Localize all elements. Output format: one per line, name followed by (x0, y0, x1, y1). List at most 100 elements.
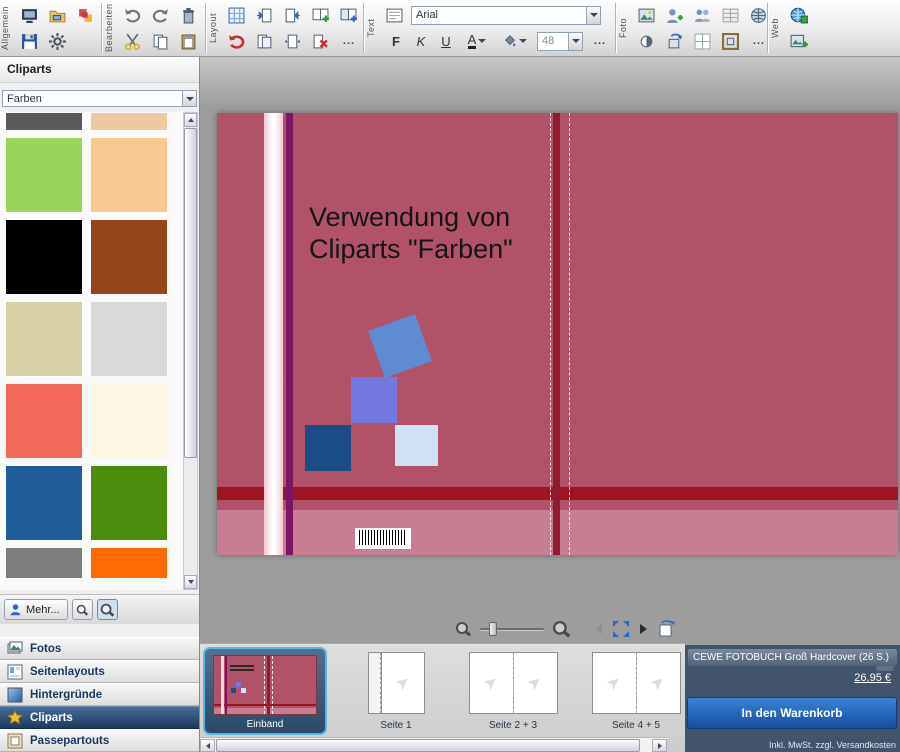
web-globe-button[interactable] (787, 4, 810, 26)
clipart-swatch[interactable] (91, 384, 167, 458)
text-frame-button[interactable] (383, 4, 406, 26)
person-button[interactable] (663, 4, 686, 26)
sidebar-scrollbar[interactable] (183, 112, 198, 590)
book-cover-page[interactable]: Verwendung vonCliparts "Farben" (217, 113, 898, 555)
redo-button[interactable] (149, 4, 172, 26)
font-family-dropdown-arrow[interactable] (586, 7, 600, 24)
thumbnail-einband[interactable]: Einband (203, 647, 327, 735)
cut-button[interactable] (121, 30, 144, 52)
add-pages-button[interactable] (309, 4, 332, 26)
zoom-in-icon[interactable] (552, 620, 570, 638)
new-project-button[interactable] (18, 4, 41, 26)
thumbnail-seite-2-3[interactable]: ➤ ➤ Seite 2 + 3 (465, 652, 561, 731)
thumbnail-seite-1[interactable]: ➤ Seite 1 (350, 652, 442, 731)
clipart-category-dropdown-arrow[interactable] (182, 91, 196, 106)
assistant-button[interactable] (74, 4, 97, 26)
photo-table-button[interactable] (719, 4, 742, 26)
clipart-swatch[interactable] (91, 548, 167, 578)
more-cliparts-button[interactable]: Mehr... (4, 599, 68, 620)
sidebar-item-hintergruende[interactable]: Hintergründe (0, 683, 199, 706)
font-size-dropdown-arrow[interactable] (568, 33, 582, 50)
thumbnail-scrollbar-thumb[interactable] (216, 739, 640, 752)
clipart-swatch[interactable] (91, 113, 167, 130)
font-color-dropdown-arrow[interactable] (478, 39, 486, 43)
fit-to-window-icon[interactable] (611, 619, 631, 639)
clipart-square-periwinkle[interactable] (351, 377, 397, 423)
swatch-grid (6, 113, 184, 578)
cover-title-text[interactable]: Verwendung vonCliparts "Farben" (309, 201, 513, 265)
insert-page-after-button[interactable] (281, 4, 304, 26)
sidebar-item-fotos[interactable]: Fotos (0, 637, 199, 660)
insert-photo-icon (638, 7, 655, 24)
clipart-swatch[interactable] (6, 384, 82, 458)
reset-layout-button[interactable] (225, 30, 248, 52)
zoom-slider[interactable] (480, 621, 544, 637)
clipart-swatch[interactable] (6, 466, 82, 540)
zoom-out-icon[interactable] (455, 621, 471, 637)
text-more-button[interactable]: ... (588, 31, 612, 51)
settings-button[interactable] (46, 30, 69, 52)
delete-page-button[interactable] (309, 30, 332, 52)
clipart-swatch[interactable] (91, 466, 167, 540)
group-button[interactable] (691, 4, 714, 26)
fill-color-button[interactable] (498, 31, 532, 51)
rotate-photo-button[interactable] (663, 30, 686, 52)
grid-layout-button[interactable] (225, 4, 248, 26)
rotate-view-icon[interactable] (656, 620, 676, 638)
clipart-swatch[interactable] (91, 220, 167, 294)
canvas-top-shade (200, 57, 900, 107)
font-color-button[interactable]: A (461, 31, 493, 51)
sidebar-scrollbar-thumb[interactable] (184, 128, 197, 458)
preview-large-button[interactable] (97, 599, 118, 620)
move-page-button[interactable] (281, 30, 304, 52)
delete-button[interactable] (177, 4, 200, 26)
next-page-button[interactable] (640, 624, 647, 634)
paste-button[interactable] (177, 30, 200, 52)
scroll-left-button[interactable] (200, 739, 215, 752)
layout-more-button[interactable]: ... (337, 31, 361, 51)
frame-button[interactable] (719, 30, 742, 52)
clipart-square-rotated[interactable] (368, 314, 432, 378)
copy-page-button[interactable] (253, 30, 276, 52)
undo-button[interactable] (121, 4, 144, 26)
font-size-select[interactable]: 48 (537, 32, 583, 51)
clipart-swatch[interactable] (6, 548, 82, 578)
clipart-category-select[interactable]: Farben (2, 90, 197, 107)
clipart-square-navy[interactable] (305, 425, 351, 471)
sidebar-item-passepartouts[interactable]: Passepartouts (0, 729, 199, 752)
sidebar-item-cliparts[interactable]: Cliparts (0, 706, 199, 729)
cart-price[interactable]: 26,95 € (854, 672, 891, 684)
open-project-button[interactable] (46, 4, 69, 26)
sidebar-item-seitenlayouts[interactable]: Seitenlayouts (0, 660, 199, 683)
copy-button[interactable] (149, 30, 172, 52)
insert-photo-button[interactable] (635, 4, 658, 26)
clipart-square-lightblue[interactable] (395, 425, 438, 466)
insert-page-before-button[interactable] (253, 4, 276, 26)
scroll-right-button[interactable] (652, 739, 667, 752)
preview-small-button[interactable] (72, 599, 93, 620)
thumbnail-scrollbar[interactable] (200, 737, 667, 752)
duplicate-page-button[interactable] (337, 4, 360, 26)
zoom-slider-thumb[interactable] (489, 622, 497, 636)
italic-button[interactable]: K (411, 31, 431, 51)
sidebar-item-label: Cliparts (30, 712, 73, 724)
clipart-swatch[interactable] (6, 113, 82, 130)
save-button[interactable] (18, 30, 41, 52)
clipart-swatch[interactable] (6, 138, 82, 212)
add-to-cart-button[interactable]: In den Warenkorb (687, 697, 897, 729)
scroll-down-button[interactable] (184, 575, 197, 589)
scroll-up-button[interactable] (184, 113, 197, 127)
photo-upload-button[interactable] (787, 30, 810, 52)
clipart-swatch[interactable] (91, 302, 167, 376)
thumbnail-seite-4-5[interactable]: ➤ ➤ Seite 4 + 5 (588, 652, 684, 731)
clipart-swatch[interactable] (6, 302, 82, 376)
brightness-button[interactable] (635, 30, 658, 52)
font-family-select[interactable]: Arial (411, 6, 601, 25)
bold-button[interactable]: F (386, 31, 406, 51)
clipart-swatch[interactable] (91, 138, 167, 212)
previous-page-button[interactable] (595, 624, 602, 634)
photo-grid-button[interactable] (691, 30, 714, 52)
clipart-swatch[interactable] (6, 220, 82, 294)
underline-button[interactable]: U (436, 31, 456, 51)
fill-color-dropdown-arrow[interactable] (519, 39, 527, 43)
